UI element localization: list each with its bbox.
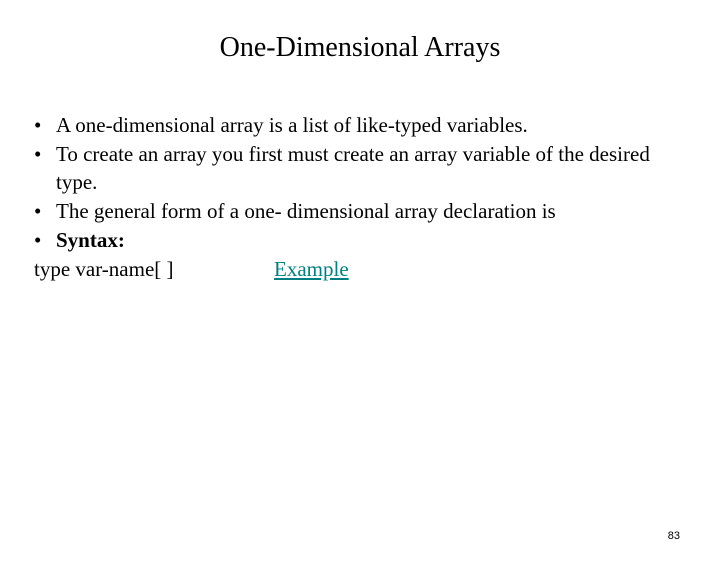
bullet-text: The general form of a one- dimensional a… <box>56 198 686 225</box>
bullet-icon: • <box>34 112 56 139</box>
bullet-icon: • <box>34 141 56 168</box>
bullet-text: Syntax: <box>56 227 686 254</box>
bullet-item: • A one-dimensional array is a list of l… <box>34 112 686 139</box>
syntax-label: Syntax: <box>56 228 125 252</box>
bullet-item: • Syntax: <box>34 227 686 254</box>
slide-title: One-Dimensional Arrays <box>0 32 720 64</box>
bullet-icon: • <box>34 198 56 225</box>
bullet-item: • To create an array you first must crea… <box>34 141 686 196</box>
bullet-item: • The general form of a one- dimensional… <box>34 198 686 225</box>
bullet-text: A one-dimensional array is a list of lik… <box>56 112 686 139</box>
slide: One-Dimensional Arrays • A one-dimension… <box>0 32 720 572</box>
syntax-declaration: type var-name[ ] <box>34 256 274 283</box>
example-link[interactable]: Example <box>274 256 349 283</box>
bullet-icon: • <box>34 227 56 254</box>
bullet-text: To create an array you first must create… <box>56 141 686 196</box>
syntax-line: type var-name[ ] Example <box>34 256 686 283</box>
page-number: 83 <box>668 530 680 542</box>
slide-content: • A one-dimensional array is a list of l… <box>0 112 720 284</box>
